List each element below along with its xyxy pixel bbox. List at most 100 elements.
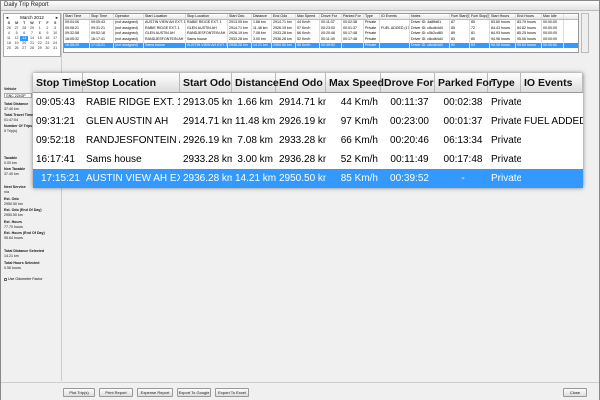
trips-table[interactable]: Start Time Stop Time Operator Start Locatio… xyxy=(63,13,579,53)
zoom-table-cell: 7.08 km xyxy=(237,135,273,146)
zoom-table-cell: 17:15:21 xyxy=(41,173,80,184)
zoom-column-header: End Odo xyxy=(276,73,326,92)
next-service-value: n/a xyxy=(4,190,9,194)
print-report-button[interactable]: Print Report xyxy=(99,388,133,397)
calendar-header: ◂ March 2012 ▸ xyxy=(4,14,60,21)
total-hours-selected-value: 0.56 hours xyxy=(4,266,21,270)
num-trips-value: 5 Trip(s) xyxy=(4,129,18,133)
zoom-table-cell: 44 Km/h xyxy=(340,97,378,108)
zoom-table-cell: 2933.28 km xyxy=(279,135,326,146)
next-month-icon[interactable]: ▸ xyxy=(56,15,58,21)
zoom-table-cell: 06:13:34 xyxy=(443,135,483,146)
table-cell xyxy=(380,42,410,49)
zoom-column-header: IO Events xyxy=(521,73,583,92)
zoom-column-header: Type xyxy=(488,73,521,92)
table-cell: AUSTIN VIEW AH EXT. 1 xyxy=(187,42,228,49)
next-service-label: Next Service xyxy=(4,185,26,189)
trips-table-body[interactable]: 09:04:06 09:05:43 (not assigned) AUSTIN VIE… xyxy=(64,20,578,49)
button-bar: Plot Trip(s) Print Report Expense Report… xyxy=(1,382,599,400)
zoom-table-cell: AUSTIN VIEW AH EXT. 1 xyxy=(86,173,180,184)
calendar-day[interactable]: 25 xyxy=(5,46,13,51)
zoom-table-cell: 66 Km/h xyxy=(340,135,378,146)
table-cell: Private xyxy=(364,42,380,49)
zoom-column-header: Stop Location xyxy=(83,73,180,92)
column-header[interactable]: Start Odo xyxy=(228,14,252,19)
close-button[interactable]: Close xyxy=(563,388,587,397)
column-header[interactable]: Stop Time xyxy=(90,14,114,19)
table-row[interactable]: 16:35:29 17:15:21 (not assigned) Sams house… xyxy=(64,42,578,49)
vehicle-label: Vehicle xyxy=(4,87,17,91)
column-header[interactable]: Max Speed xyxy=(296,14,320,19)
trips-table-scrollbar[interactable] xyxy=(581,13,589,53)
column-header[interactable]: Type xyxy=(364,14,380,19)
est-odo-end-label: Est. Odo (End Of Day) xyxy=(4,208,42,212)
table-cell: 00:39:52 xyxy=(320,42,342,49)
column-header[interactable]: Start Time xyxy=(64,14,90,19)
column-header[interactable]: Operator xyxy=(114,14,144,19)
column-header[interactable]: Start Hours xyxy=(490,14,516,19)
zoom-table-cell: 00:17:48 xyxy=(443,154,483,165)
table-cell: Driver ID: c8cdb4d4 xyxy=(410,42,450,49)
zoom-table-cell: 2933.28 km xyxy=(183,154,232,165)
zoom-table-cell: 2926.19 km xyxy=(183,135,232,146)
zoom-table-cell: Private xyxy=(491,97,521,108)
plot-trips-button[interactable]: Plot Trip(s) xyxy=(63,388,95,397)
zoom-table-cell: 2914.71 km xyxy=(279,97,326,108)
column-header[interactable]: Fuel Start(l) xyxy=(450,14,470,19)
num-trips-label: Number Of Trips xyxy=(4,124,33,128)
column-header[interactable]: Drove For xyxy=(320,14,342,19)
zoom-table-cell: 2913.05 km xyxy=(183,97,232,108)
calendar-grid[interactable]: S M T W T F S 26 27 28 29 1 2 3 4 5 6 7 8 9 10 11 12 13 14 15 16 17… xyxy=(4,21,60,51)
column-header[interactable]: End Odo xyxy=(272,14,296,19)
est-odo-label: Est. Odo xyxy=(4,197,19,201)
calendar-day[interactable]: 28 xyxy=(28,46,36,51)
prev-month-icon[interactable]: ◂ xyxy=(6,15,8,21)
zoom-column-header: Stop Time xyxy=(33,73,87,92)
vehicle-select[interactable]: GNC 224GP xyxy=(4,93,32,98)
zoom-table-cell: 3.00 km xyxy=(237,154,273,165)
est-odo-end-value: 2950.50 km xyxy=(4,213,23,217)
table-cell: 00:00:00 xyxy=(542,42,564,49)
zoom-table-cell: FUEL ADDED (17) xyxy=(524,116,583,127)
expense-report-button[interactable]: Expense Report xyxy=(137,388,173,397)
checkbox-icon[interactable] xyxy=(4,277,7,281)
calendar[interactable]: ◂ March 2012 ▸ S M T W T F S 26 27 28 29 1 2 3 4 5 6 7 8 9 1… xyxy=(3,13,61,57)
zoom-table-cell: 09:31:21 xyxy=(36,116,75,127)
zoom-table-cell: 14.21 km xyxy=(235,173,276,184)
est-hours-end-value: 95.64 hours xyxy=(4,236,23,240)
zoom-table-cell: 85 Km/h xyxy=(340,173,378,184)
export-google-button[interactable]: Export To Google xyxy=(177,388,211,397)
odometer-factor-checkbox[interactable]: Use Odometer Factor xyxy=(4,277,43,281)
column-header[interactable]: Notes xyxy=(410,14,450,19)
column-header[interactable]: Stop Location xyxy=(186,14,228,19)
zoom-table-cell: 2950.50 km xyxy=(279,173,326,184)
zoom-table-cell: 1.66 km xyxy=(237,97,273,108)
calendar-day[interactable]: 30 xyxy=(44,46,52,51)
zoom-table-cell: 00:20:46 xyxy=(390,135,429,146)
table-cell: 95.08 hours xyxy=(490,42,516,49)
table-cell: 63 xyxy=(470,42,490,49)
column-header[interactable]: Parked For xyxy=(342,14,364,19)
est-hours-label: Est. Hours xyxy=(4,220,22,224)
column-header[interactable]: Distance xyxy=(252,14,272,19)
calendar-day[interactable]: 29 xyxy=(36,46,44,51)
column-header[interactable]: IO Events xyxy=(380,14,410,19)
zoom-table-cell: 00:23:00 xyxy=(390,116,429,127)
panel-divider[interactable] xyxy=(61,13,62,381)
zoom-table-cell: 2936.28 km xyxy=(183,173,232,184)
column-header[interactable]: Fuel Stop(l) xyxy=(470,14,490,19)
column-header[interactable]: Max Idle xyxy=(542,14,564,19)
calendar-day[interactable]: 26 xyxy=(13,46,21,51)
zoom-table-cell: Private xyxy=(491,135,521,146)
total-hours-selected-label: Total Hours Selected xyxy=(4,261,40,265)
export-excel-button[interactable]: Export To Excel xyxy=(215,388,249,397)
calendar-day[interactable]: 31 xyxy=(51,46,59,51)
total-distance-selected-value: 14.21 km xyxy=(4,254,19,258)
calendar-day[interactable]: 27 xyxy=(20,46,28,51)
table-cell: 17:15:21 xyxy=(90,42,114,49)
zoomed-table-header: Stop Time Stop Location Start Odo Distance E… xyxy=(33,73,583,93)
zoom-table-cell: 00:01:37 xyxy=(443,116,483,127)
column-header[interactable]: Start Location xyxy=(144,14,186,19)
title-bar[interactable]: Daily Trip Report xyxy=(1,1,599,11)
column-header[interactable]: End Hours xyxy=(516,14,542,19)
